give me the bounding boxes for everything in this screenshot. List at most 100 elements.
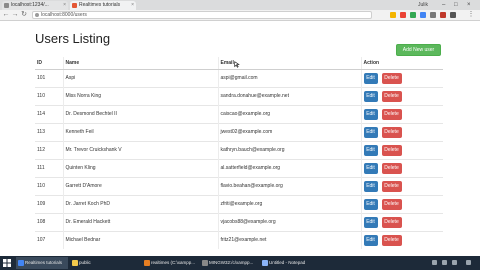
extension-icon[interactable] bbox=[430, 12, 436, 18]
delete-button[interactable]: Delete bbox=[381, 144, 402, 156]
cell-action: Edit Delete bbox=[360, 176, 443, 195]
cell-action: Edit Delete bbox=[360, 140, 443, 159]
cell-name: Aspi bbox=[62, 68, 218, 87]
address-text: localhost:8000/users bbox=[41, 12, 87, 18]
page-title: Users Listing bbox=[35, 31, 111, 46]
browser-window: localhost:1234/... × Realtimes tutorials… bbox=[0, 0, 480, 270]
menu-icon[interactable]: ⋮ bbox=[467, 11, 475, 19]
column-header-email: Email bbox=[217, 57, 361, 70]
cell-id: 110 bbox=[35, 86, 63, 105]
table-row: 113 Kenneth Feil jwest02@example.com Edit De… bbox=[35, 122, 443, 141]
windows-start-icon[interactable] bbox=[3, 259, 11, 267]
bookmark-star-icon[interactable] bbox=[390, 12, 396, 18]
extension-icon[interactable] bbox=[440, 12, 446, 18]
cell-id: 112 bbox=[35, 140, 63, 159]
edit-button[interactable]: Edit bbox=[363, 162, 378, 174]
taskbar-item-notepad[interactable]: Untitled - Notepad bbox=[260, 257, 316, 269]
cell-action: Edit Delete bbox=[360, 68, 443, 87]
delete-button[interactable]: Delete bbox=[381, 180, 402, 192]
cell-email: al.satterfield@example.org bbox=[217, 158, 361, 177]
table-row: 101 Aspi aspi@gmail.com Edit Delete bbox=[35, 68, 443, 87]
cell-name: Kenneth Feil bbox=[62, 122, 218, 141]
taskbar-item-label: Realtimes tutorials bbox=[25, 260, 63, 265]
edit-button[interactable]: Edit bbox=[363, 126, 378, 138]
page-content: Users Listing Add New user ID Name Email… bbox=[0, 21, 480, 256]
edit-button[interactable]: Edit bbox=[363, 90, 378, 102]
close-tab-icon[interactable]: × bbox=[63, 1, 66, 10]
notification-icon[interactable] bbox=[466, 260, 471, 265]
taskbar-item-browser[interactable]: Realtimes tutorials bbox=[16, 257, 68, 269]
cell-email: flavio.beahan@example.org bbox=[217, 176, 361, 195]
network-icon[interactable] bbox=[432, 260, 437, 265]
tab-realtimes[interactable]: Realtimes tutorials × bbox=[70, 1, 136, 10]
tab-label: localhost:1234/... bbox=[11, 2, 49, 8]
cell-name: Dr. Desmond Bechtel II bbox=[62, 104, 218, 123]
table-row: 114 Dr. Desmond Bechtel II caiscao@example… bbox=[35, 104, 443, 123]
edit-button[interactable]: Edit bbox=[363, 234, 378, 246]
cell-action: Edit Delete bbox=[360, 212, 443, 231]
cell-action: Edit Delete bbox=[360, 86, 443, 105]
cell-id: 113 bbox=[35, 122, 63, 141]
cell-id: 114 bbox=[35, 104, 63, 123]
table-row: 112 Mr. Trevor Cruickshank Vkathryn.bauch… bbox=[35, 140, 443, 159]
extension-icon[interactable] bbox=[400, 12, 406, 18]
table-row: 111 Quinten Kling al.satterfield@example.o… bbox=[35, 158, 443, 177]
edit-button[interactable]: Edit bbox=[363, 216, 378, 228]
language-icon[interactable] bbox=[452, 260, 457, 265]
close-window-icon[interactable]: × bbox=[467, 1, 471, 9]
browser-toolbar: ← → ↻ localhost:8000/users ⋮ bbox=[0, 10, 480, 21]
delete-button[interactable]: Delete bbox=[381, 90, 402, 102]
delete-button[interactable]: Delete bbox=[381, 72, 402, 84]
volume-icon[interactable] bbox=[442, 260, 447, 265]
edit-button[interactable]: Edit bbox=[363, 144, 378, 156]
table-row: 107 Michael Bednar fritz21@example.net Edit… bbox=[35, 230, 443, 249]
edit-button[interactable]: Edit bbox=[363, 180, 378, 192]
address-bar[interactable]: localhost:8000/users bbox=[32, 11, 372, 19]
cell-action: Edit Delete bbox=[360, 158, 443, 177]
minimize-icon[interactable]: – bbox=[442, 1, 445, 9]
tab-localhost[interactable]: localhost:1234/... × bbox=[2, 1, 68, 10]
taskbar-item-label: public bbox=[79, 260, 91, 265]
edit-button[interactable]: Edit bbox=[363, 198, 378, 210]
edit-button[interactable]: Edit bbox=[363, 108, 378, 120]
cell-action: Edit Delete bbox=[360, 104, 443, 123]
column-header-id: ID bbox=[35, 57, 63, 70]
delete-button[interactable]: Delete bbox=[381, 126, 402, 138]
cell-id: 109 bbox=[35, 194, 63, 213]
table-header-row: ID Name Email Action bbox=[35, 57, 443, 70]
folder-icon bbox=[72, 260, 78, 266]
cell-id: 107 bbox=[35, 230, 63, 249]
cell-name: Garrett D'Amore bbox=[62, 176, 218, 195]
extension-icon[interactable] bbox=[410, 12, 416, 18]
delete-button[interactable]: Delete bbox=[381, 234, 402, 246]
maximize-icon[interactable]: □ bbox=[454, 1, 458, 9]
windows-taskbar: Realtimes tutorials public realtimes (C:… bbox=[0, 256, 480, 270]
add-new-user-button[interactable]: Add New user bbox=[396, 44, 441, 56]
delete-button[interactable]: Delete bbox=[381, 162, 402, 174]
taskbar-item-public[interactable]: public bbox=[70, 257, 106, 269]
extension-icon[interactable] bbox=[450, 12, 456, 18]
cell-email: caiscao@example.org bbox=[217, 104, 361, 123]
delete-button[interactable]: Delete bbox=[381, 108, 402, 120]
cell-action: Edit Delete bbox=[360, 122, 443, 141]
taskbar-item-label: Untitled - Notepad bbox=[269, 260, 306, 265]
reload-icon[interactable]: ↻ bbox=[20, 11, 28, 19]
delete-button[interactable]: Delete bbox=[381, 198, 402, 210]
cell-id: 111 bbox=[35, 158, 63, 177]
users-table: ID Name Email Action 101 Aspi aspi@gmail.c… bbox=[35, 57, 443, 249]
cell-email: zfriti@example.org bbox=[217, 194, 361, 213]
profile-name[interactable]: Julik bbox=[418, 1, 428, 9]
back-icon[interactable]: ← bbox=[2, 11, 10, 19]
forward-icon[interactable]: → bbox=[11, 11, 19, 19]
taskbar-item-terminal[interactable]: MINGW32:/c/xampp... bbox=[200, 257, 258, 269]
taskbar-item-editor[interactable]: realtimes (C:\xampp... bbox=[142, 257, 198, 269]
close-tab-icon[interactable]: × bbox=[131, 1, 134, 10]
table-row: 108 Dr. Emerald Hackett vjacobs88@example.… bbox=[35, 212, 443, 231]
cell-name: Michael Bednar bbox=[62, 230, 218, 249]
edit-button[interactable]: Edit bbox=[363, 72, 378, 84]
extension-icon[interactable] bbox=[420, 12, 426, 18]
delete-button[interactable]: Delete bbox=[381, 216, 402, 228]
cell-email: kathryn.bauch@example.org bbox=[217, 140, 361, 159]
cell-email: sandra.donahue@example.net bbox=[217, 86, 361, 105]
chrome-icon bbox=[18, 260, 24, 266]
